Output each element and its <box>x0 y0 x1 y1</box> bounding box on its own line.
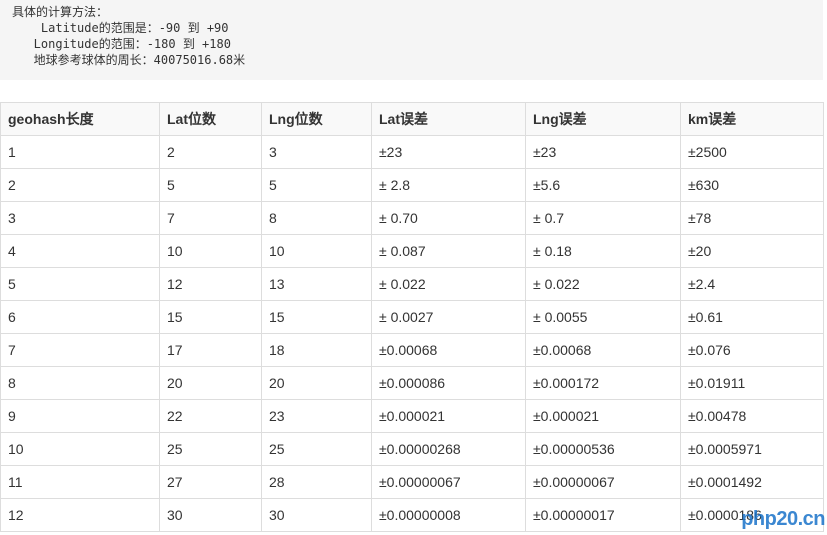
cell-lng-error: ± 0.0055 <box>525 300 681 334</box>
cell-lat-bits: 20 <box>159 366 262 400</box>
cell-km-error: ±20 <box>680 234 824 268</box>
cell-lat-bits: 17 <box>159 333 262 367</box>
table-row: 12 30 30 ±0.00000008 ±0.00000017 ±0.0000… <box>0 498 824 532</box>
table-row: 4 10 10 ± 0.087 ± 0.18 ±20 <box>0 234 824 268</box>
cell-lng-error: ±5.6 <box>525 168 681 202</box>
table-row: 8 20 20 ±0.000086 ±0.000172 ±0.01911 <box>0 366 824 400</box>
code-line: Longitude的范围：-180 到 +180 <box>12 37 231 51</box>
cell-lat-bits: 10 <box>159 234 262 268</box>
cell-lng-error: ±0.00000017 <box>525 498 681 532</box>
geohash-precision-table: geohash长度 Lat位数 Lng位数 Lat误差 Lng误差 km误差 1… <box>0 102 824 532</box>
cell-lat-error: ±23 <box>371 135 526 169</box>
cell-lng-bits: 18 <box>261 333 372 367</box>
code-block: 具体的计算方法： Latitude的范围是：-90 到 +90 Longitud… <box>0 0 823 80</box>
cell-geohash-length: 6 <box>0 300 160 334</box>
cell-lat-error: ±0.00068 <box>371 333 526 367</box>
cell-lng-bits: 13 <box>261 267 372 301</box>
table-header-row: geohash长度 Lat位数 Lng位数 Lat误差 Lng误差 km误差 <box>0 102 824 136</box>
cell-lat-error: ± 2.8 <box>371 168 526 202</box>
cell-lat-bits: 12 <box>159 267 262 301</box>
cell-lng-error: ±0.00000067 <box>525 465 681 499</box>
cell-lng-error: ±23 <box>525 135 681 169</box>
cell-lat-error: ± 0.70 <box>371 201 526 235</box>
cell-lat-error: ±0.00000008 <box>371 498 526 532</box>
code-line: 地球参考球体的周长：40075016.68米 <box>12 53 246 67</box>
cell-lng-bits: 5 <box>261 168 372 202</box>
table-row: 3 7 8 ± 0.70 ± 0.7 ±78 <box>0 201 824 235</box>
table-row: 7 17 18 ±0.00068 ±0.00068 ±0.076 <box>0 333 824 367</box>
table-row: 9 22 23 ±0.000021 ±0.000021 ±0.00478 <box>0 399 824 433</box>
cell-lng-bits: 20 <box>261 366 372 400</box>
cell-lat-bits: 7 <box>159 201 262 235</box>
cell-lat-error: ±0.00000268 <box>371 432 526 466</box>
cell-geohash-length: 3 <box>0 201 160 235</box>
cell-geohash-length: 9 <box>0 399 160 433</box>
cell-lat-bits: 27 <box>159 465 262 499</box>
cell-lat-error: ± 0.087 <box>371 234 526 268</box>
table-row: 10 25 25 ±0.00000268 ±0.00000536 ±0.0005… <box>0 432 824 466</box>
cell-km-error: ±630 <box>680 168 824 202</box>
table-row: 2 5 5 ± 2.8 ±5.6 ±630 <box>0 168 824 202</box>
cell-lng-bits: 28 <box>261 465 372 499</box>
cell-km-error: ±0.076 <box>680 333 824 367</box>
table-row: 6 15 15 ± 0.0027 ± 0.0055 ±0.61 <box>0 300 824 334</box>
table-row: 1 2 3 ±23 ±23 ±2500 <box>0 135 824 169</box>
header-lng-error: Lng误差 <box>525 102 681 136</box>
cell-lng-error: ±0.000021 <box>525 399 681 433</box>
header-km-error: km误差 <box>680 102 824 136</box>
header-lat-error: Lat误差 <box>371 102 526 136</box>
header-lat-bits: Lat位数 <box>159 102 262 136</box>
table-row: 5 12 13 ± 0.022 ± 0.022 ±2.4 <box>0 267 824 301</box>
table-row: 11 27 28 ±0.00000067 ±0.00000067 ±0.0001… <box>0 465 824 499</box>
cell-km-error: ±0.01911 <box>680 366 824 400</box>
cell-geohash-length: 7 <box>0 333 160 367</box>
cell-lat-error: ±0.00000067 <box>371 465 526 499</box>
cell-geohash-length: 5 <box>0 267 160 301</box>
cell-lat-bits: 2 <box>159 135 262 169</box>
cell-km-error: ±0.0001492 <box>680 465 824 499</box>
cell-geohash-length: 8 <box>0 366 160 400</box>
cell-geohash-length: 4 <box>0 234 160 268</box>
code-line: 具体的计算方法： <box>12 5 109 19</box>
cell-km-error: ±2.4 <box>680 267 824 301</box>
cell-lat-bits: 30 <box>159 498 262 532</box>
cell-lng-error: ±0.000172 <box>525 366 681 400</box>
cell-geohash-length: 1 <box>0 135 160 169</box>
cell-lat-error: ±0.000021 <box>371 399 526 433</box>
cell-lng-bits: 8 <box>261 201 372 235</box>
cell-lng-bits: 10 <box>261 234 372 268</box>
cell-lng-error: ±0.00000536 <box>525 432 681 466</box>
cell-lng-error: ± 0.18 <box>525 234 681 268</box>
cell-km-error: ±78 <box>680 201 824 235</box>
cell-lat-bits: 15 <box>159 300 262 334</box>
cell-lng-bits: 15 <box>261 300 372 334</box>
cell-lat-bits: 25 <box>159 432 262 466</box>
cell-lng-error: ±0.00068 <box>525 333 681 367</box>
cell-lat-error: ± 0.0027 <box>371 300 526 334</box>
cell-lng-bits: 23 <box>261 399 372 433</box>
cell-lat-bits: 5 <box>159 168 262 202</box>
cell-lng-bits: 3 <box>261 135 372 169</box>
cell-km-error: ±0.00478 <box>680 399 824 433</box>
cell-km-error: ±2500 <box>680 135 824 169</box>
cell-lng-error: ± 0.7 <box>525 201 681 235</box>
header-geohash-length: geohash长度 <box>0 102 160 136</box>
site-watermark: php20.cn <box>741 508 825 530</box>
cell-geohash-length: 2 <box>0 168 160 202</box>
cell-geohash-length: 11 <box>0 465 160 499</box>
cell-lat-bits: 22 <box>159 399 262 433</box>
cell-lng-bits: 25 <box>261 432 372 466</box>
cell-geohash-length: 12 <box>0 498 160 532</box>
cell-km-error: ±0.61 <box>680 300 824 334</box>
cell-lat-error: ±0.000086 <box>371 366 526 400</box>
cell-lng-bits: 30 <box>261 498 372 532</box>
code-line: Latitude的范围是：-90 到 +90 <box>12 21 229 35</box>
cell-km-error: ±0.0005971 <box>680 432 824 466</box>
cell-geohash-length: 10 <box>0 432 160 466</box>
cell-lng-error: ± 0.022 <box>525 267 681 301</box>
header-lng-bits: Lng位数 <box>261 102 372 136</box>
cell-lat-error: ± 0.022 <box>371 267 526 301</box>
